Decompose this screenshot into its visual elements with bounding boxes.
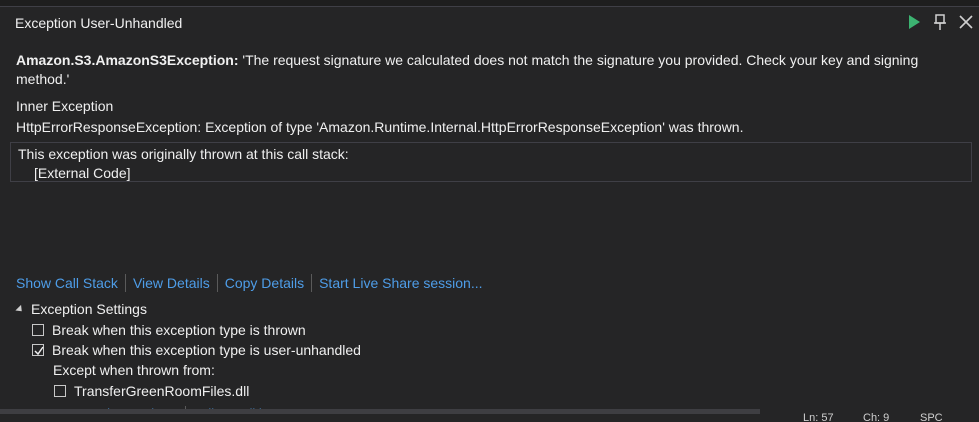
- live-share-link[interactable]: Start Live Share session...: [319, 275, 482, 291]
- break-thrown-option[interactable]: Break when this exception type is thrown: [32, 322, 306, 338]
- line-number: Ln: 57: [803, 412, 834, 422]
- break-unhandled-option[interactable]: Break when this exception type is user-u…: [32, 342, 361, 358]
- break-unhandled-checkbox[interactable]: [32, 344, 44, 356]
- link-divider: [311, 274, 313, 292]
- view-details-link[interactable]: View Details: [133, 275, 210, 291]
- call-stack-box: This exception was originally thrown at …: [10, 142, 972, 182]
- exception-type: Amazon.S3.AmazonS3Exception:: [16, 52, 239, 68]
- inner-exception-heading: Inner Exception: [16, 98, 114, 114]
- exception-helper-popup: Exception User-Unhandled Amazon.S3.Amazo…: [0, 6, 979, 416]
- action-links: Show Call Stack View Details Copy Detail…: [16, 274, 483, 292]
- module-checkbox[interactable]: [54, 385, 66, 397]
- status-bar: Ln: 57 Ch: 9 SPC: [0, 409, 979, 422]
- column-number: Ch: 9: [863, 412, 890, 422]
- whitespace-mode[interactable]: SPC: [920, 412, 943, 422]
- break-unhandled-label: Break when this exception type is user-u…: [52, 342, 361, 358]
- inner-exception-text: HttpErrorResponseException: Exception of…: [16, 119, 744, 135]
- horizontal-scrollbar[interactable]: [0, 409, 760, 414]
- exception-settings-toggle[interactable]: Exception Settings: [15, 301, 147, 317]
- link-divider: [124, 274, 126, 292]
- module-exclusion-option[interactable]: TransferGreenRoomFiles.dll: [54, 383, 249, 399]
- exception-settings-heading: Exception Settings: [31, 301, 147, 317]
- show-call-stack-link[interactable]: Show Call Stack: [16, 275, 118, 291]
- collapse-triangle-icon: [15, 304, 25, 314]
- pin-icon[interactable]: [931, 13, 949, 31]
- except-when-label: Except when thrown from:: [53, 362, 215, 378]
- copy-details-link[interactable]: Copy Details: [225, 275, 304, 291]
- title-actions: [905, 13, 975, 31]
- break-thrown-label: Break when this exception type is thrown: [52, 322, 306, 338]
- checkmark-icon: [34, 346, 44, 356]
- call-stack-frame[interactable]: [External Code]: [34, 165, 131, 181]
- break-thrown-checkbox[interactable]: [32, 324, 44, 336]
- continue-icon[interactable]: [905, 13, 923, 31]
- call-stack-heading: This exception was originally thrown at …: [18, 146, 349, 162]
- exception-message: Amazon.S3.AmazonS3Exception: 'The reques…: [16, 51, 966, 89]
- module-label: TransferGreenRoomFiles.dll: [74, 383, 250, 399]
- link-divider: [216, 274, 218, 292]
- popup-title: Exception User-Unhandled: [15, 15, 183, 31]
- close-icon[interactable]: [957, 13, 975, 31]
